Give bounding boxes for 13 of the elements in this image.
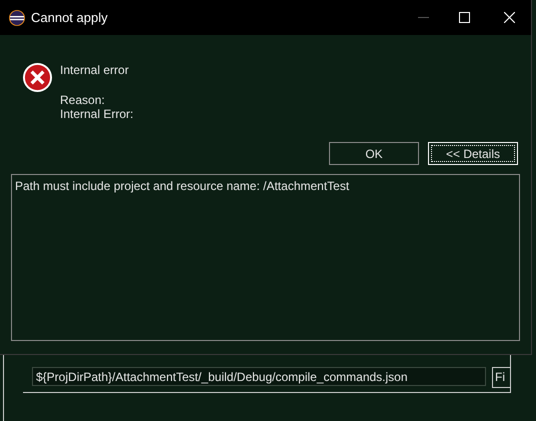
error-message: Internal error: [60, 63, 130, 78]
reason-text: Internal Error:: [60, 107, 134, 121]
path-field[interactable]: ${ProjDirPath}/AttachmentTest/_build/Debug/compile_commands.json: [32, 367, 486, 386]
window-title: Cannot apply: [31, 8, 108, 27]
close-icon[interactable]: [504, 12, 515, 23]
details-text: Path must include project and resource name: /AttachmentTest: [15, 179, 350, 193]
error-icon: [22, 62, 53, 93]
reason-label: Reason:: [60, 93, 106, 107]
ok-button[interactable]: OK: [329, 142, 419, 165]
browse-button[interactable]: Fi: [492, 367, 510, 388]
app-icon: [9, 10, 25, 26]
details-button[interactable]: << Details: [428, 142, 518, 165]
maximize-icon[interactable]: [459, 12, 470, 23]
